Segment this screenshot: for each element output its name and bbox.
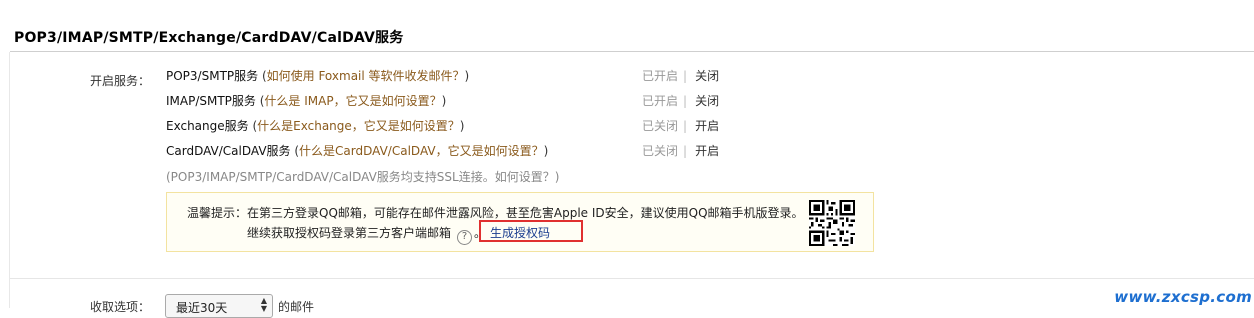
highlight-box xyxy=(479,220,583,242)
collect-options-label: 收取选项： xyxy=(90,300,151,314)
service-name: Exchange服务 xyxy=(166,119,249,133)
ssl-note-link[interactable]: (POP3/IMAP/SMTP/CardDAV/CalDAV服务均支持SSL连接… xyxy=(166,168,559,185)
status-separator: | xyxy=(683,69,688,83)
service-row-exchange: Exchange服务 (什么是Exchange，它又是如何设置？) xyxy=(166,118,464,134)
status-separator: | xyxy=(683,144,688,158)
select-arrows-icon: ▲ ▼ xyxy=(260,296,267,313)
section-divider xyxy=(10,278,1254,279)
service-row-pop3: POP3/SMTP服务 (如何使用 Foxmail 等软件收发邮件？) xyxy=(166,68,469,84)
status-text: 已开启 xyxy=(642,94,679,108)
question-icon[interactable]: ? xyxy=(457,230,473,245)
paren-close: ) xyxy=(543,144,549,158)
toggle-service-button[interactable]: 开启 xyxy=(695,144,719,158)
watermark: www.zxcsp.com xyxy=(1114,288,1252,306)
service-name: CardDAV/CalDAV服务 xyxy=(166,144,291,158)
section-title: POP3/IMAP/SMTP/Exchange/CardDAV/CalDAV服务 xyxy=(14,30,404,46)
paren-close: ) xyxy=(464,69,470,83)
toggle-service-button[interactable]: 关闭 xyxy=(695,69,719,83)
left-border xyxy=(9,52,10,308)
service-status-exchange: 已关闭 | 开启 xyxy=(642,118,719,134)
paren-open: ( xyxy=(248,119,258,133)
tip-continue-text: 继续获取授权码登录第三方客户端邮箱 xyxy=(247,226,452,240)
service-row-carddav: CardDAV/CalDAV服务 (什么是CardDAV/CalDAV，它又是如… xyxy=(166,143,548,159)
service-row-imap: IMAP/SMTP服务 (什么是 IMAP，它又是如何设置？) xyxy=(166,93,446,109)
title-divider xyxy=(10,51,1254,52)
service-name: IMAP/SMTP服务 xyxy=(166,94,256,108)
service-help-link[interactable]: 什么是 IMAP，它又是如何设置？ xyxy=(264,94,441,108)
service-help-link[interactable]: 什么是Exchange，它又是如何设置？ xyxy=(257,119,460,133)
toggle-service-button[interactable]: 关闭 xyxy=(695,94,719,108)
paren-open: ( xyxy=(258,69,267,83)
service-help-link[interactable]: 什么是CardDAV/CalDAV，它又是如何设置？ xyxy=(299,144,544,158)
paren-close: ) xyxy=(441,94,447,108)
collect-suffix: 的邮件 xyxy=(278,300,315,314)
status-separator: | xyxy=(683,119,688,133)
service-status-carddav: 已关闭 | 开启 xyxy=(642,143,719,159)
service-status-pop3: 已开启 | 关闭 xyxy=(642,68,719,84)
qr-code-icon xyxy=(809,200,855,246)
status-text: 已关闭 xyxy=(642,144,679,158)
paren-open: ( xyxy=(290,144,300,158)
status-text: 已关闭 xyxy=(642,119,679,133)
paren-close: ) xyxy=(459,119,465,133)
status-separator: | xyxy=(683,94,688,108)
toggle-service-button[interactable]: 开启 xyxy=(695,119,719,133)
status-text: 已开启 xyxy=(642,69,679,83)
service-name: POP3/SMTP服务 xyxy=(166,69,259,83)
tip-warning-text: 温馨提示：在第三方登录QQ邮箱，可能存在邮件泄露风险，甚至危害Apple ID安… xyxy=(187,206,804,220)
tip-box: 温馨提示：在第三方登录QQ邮箱，可能存在邮件泄露风险，甚至危害Apple ID安… xyxy=(166,192,874,252)
service-status-imap: 已开启 | 关闭 xyxy=(642,93,719,109)
collect-range-select[interactable]: 最近30天 ▲ ▼ xyxy=(165,294,273,318)
service-help-link[interactable]: 如何使用 Foxmail 等软件收发邮件？ xyxy=(267,69,465,83)
enable-services-label: 开启服务： xyxy=(90,74,151,88)
